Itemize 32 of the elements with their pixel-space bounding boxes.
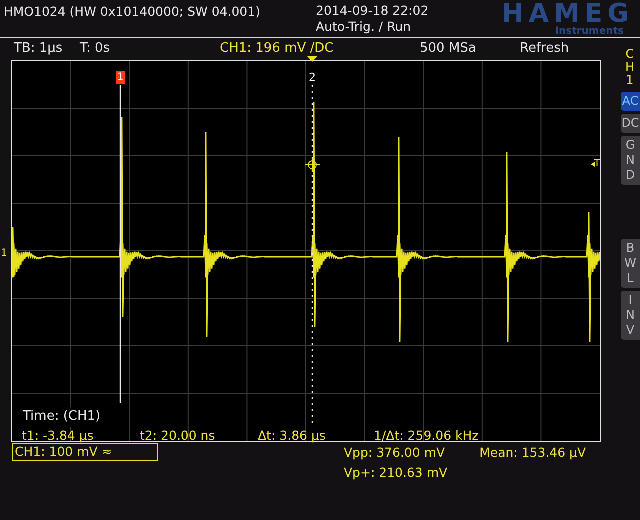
cursor-readout: Δt: 3.86 µs <box>258 427 327 445</box>
side-menu-button[interactable]: AC <box>621 92 640 111</box>
side-menu-button[interactable]: DC <box>621 114 640 133</box>
cursor-marker[interactable]: 2 <box>308 71 317 84</box>
cursor-readout: t2: 20.00 ns <box>140 427 216 445</box>
measurement-readout: Mean: 153.46 µV <box>480 444 586 462</box>
status-readout: CH1: 196 mV /DC <box>220 40 335 58</box>
trigger-crosshair-icon <box>304 158 320 172</box>
measurement-readout: Vp+: 210.63 mV <box>344 464 448 482</box>
cursor-line[interactable] <box>120 85 122 403</box>
side-menu-button[interactable]: INV <box>621 291 640 340</box>
status-readout: 500 MSa <box>420 40 478 58</box>
readout-title: Time: (CH1) <box>23 407 101 426</box>
measurement-readout: Vpp: 376.00 mV <box>344 444 446 462</box>
channel-setting[interactable]: CH1: 100 mV ≈ <box>12 443 158 461</box>
cursor-line[interactable] <box>312 85 314 425</box>
side-menu-button[interactable]: BWL <box>621 239 640 288</box>
cursor-readout: t1: -3.84 µs <box>22 427 95 445</box>
arrow-left-icon <box>590 162 594 166</box>
channel-label: CH1 <box>624 48 636 87</box>
trigger-position-icon <box>307 56 318 62</box>
cursor-marker[interactable]: 1 <box>116 71 125 84</box>
side-menu-button[interactable]: GND <box>621 136 640 185</box>
status-readout: T: 0s <box>80 40 112 58</box>
status-readout: TB: 1µs <box>13 40 64 58</box>
device-title: HMO1024 (HW 0x10140000; SW 04.001) <box>3 3 262 21</box>
ground-marker: 1 <box>1 248 8 260</box>
cursor-readout: 1/Δt: 259.06 kHz <box>374 427 480 445</box>
status-readout: Refresh <box>520 40 570 58</box>
date-time: 2014-09-18 22:02 <box>316 3 430 19</box>
trigger-status: Auto-Trig. / Run <box>316 19 412 35</box>
brand-logo: HAMEG Instruments <box>501 0 634 37</box>
